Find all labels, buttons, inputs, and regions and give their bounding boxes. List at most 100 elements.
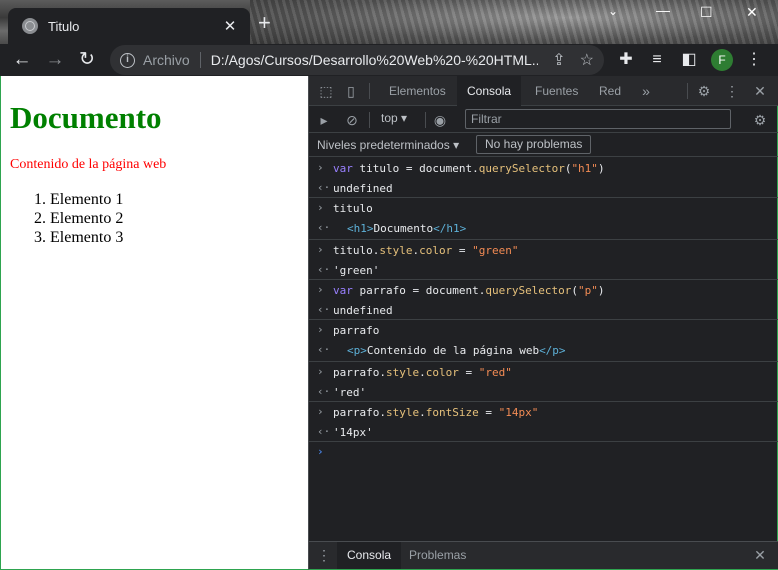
console-result-row: ‹· <h1>Documento</h1>	[309, 218, 778, 240]
browser-toolbar: ← → ↻ i Archivo D:/Agos/Cursos/Desarroll…	[0, 44, 778, 76]
result-arrow-icon: ‹·	[317, 343, 331, 356]
list-item-text: Elemento 3	[50, 229, 124, 246]
drawer-tab-problemas[interactable]: Problemas	[399, 542, 476, 569]
console-command: var titulo = document.querySelector("h1"…	[333, 162, 605, 175]
context-selector[interactable]: top ▾	[381, 111, 407, 125]
divider	[687, 83, 688, 99]
console-input-row: › parrafo	[309, 320, 778, 340]
issues-button[interactable]: No hay problemas	[476, 135, 592, 154]
console-result: '14px'	[333, 426, 373, 439]
browser-tab[interactable]: Titulo ✕	[8, 8, 250, 44]
input-chevron-icon: ›	[317, 161, 324, 174]
media-queue-icon[interactable]: ≡	[645, 48, 669, 72]
share-icon[interactable]: ⇪	[552, 50, 565, 70]
input-chevron-icon: ›	[317, 365, 324, 378]
address-bar[interactable]: i Archivo D:/Agos/Cursos/Desarrollo%20We…	[110, 45, 604, 75]
new-tab-button[interactable]: +	[258, 12, 271, 34]
list-item: 2. Elemento 2	[34, 209, 123, 228]
console-result-row: ‹· <p>Contenido de la página web</p>	[309, 340, 778, 362]
info-icon[interactable]: i	[120, 52, 135, 68]
divider	[369, 83, 370, 99]
console-result-row: ‹· 'green'	[309, 260, 778, 280]
input-chevron-icon: ›	[317, 445, 324, 458]
console-command: titulo	[333, 202, 373, 215]
console-result: undefined	[333, 182, 393, 195]
console-result-element[interactable]: <h1>Documento</h1>	[347, 222, 466, 235]
tab-title: Titulo	[48, 18, 80, 34]
list-number: 1.	[34, 191, 46, 208]
clear-console-icon[interactable]: ⊘	[343, 111, 361, 129]
inspect-element-icon[interactable]: ⬚	[317, 82, 335, 100]
tab-red[interactable]: Red	[589, 76, 631, 106]
bookmark-star-icon[interactable]: ☆	[580, 50, 594, 70]
list-item: 3. Elemento 3	[34, 228, 123, 247]
sidebar-toggle-icon[interactable]: ▸	[315, 111, 333, 129]
reload-icon[interactable]: ↻	[75, 48, 99, 72]
close-devtools-icon[interactable]: ✕	[751, 82, 769, 100]
console-levels-bar: Niveles predeterminados ▾ No hay problem…	[309, 133, 778, 157]
settings-gear-icon[interactable]: ⚙	[695, 82, 713, 100]
list-item-text: Elemento 1	[50, 191, 124, 208]
list-item: 1. Elemento 1	[34, 190, 123, 209]
console-input-row: › parrafo.style.fontSize = "14px"	[309, 402, 778, 422]
console-settings-gear-icon[interactable]: ⚙	[751, 111, 769, 129]
drawer-menu-kebab-icon[interactable]: ⋮	[315, 546, 333, 564]
maximize-icon[interactable]: ☐	[700, 4, 713, 21]
result-arrow-icon: ‹·	[317, 181, 331, 194]
console-result-row: ‹· 'red'	[309, 382, 778, 402]
console-toolbar: ▸ ⊘ top ▾ ◉ Filtrar ⚙	[309, 107, 778, 133]
devtools-panel: ⬚ ▯ Elementos Consola Fuentes Red » ⚙ ⋮ …	[308, 76, 778, 570]
divider	[199, 52, 201, 68]
console-input-row: › parrafo.style.color = "red"	[309, 362, 778, 382]
list-item-text: Elemento 2	[50, 210, 124, 227]
result-arrow-icon: ‹·	[317, 221, 331, 234]
result-arrow-icon: ‹·	[317, 425, 331, 438]
console-result-row: ‹· undefined	[309, 300, 778, 320]
list-number: 2.	[34, 210, 46, 227]
console-result-row: ‹· undefined	[309, 178, 778, 198]
profile-avatar[interactable]: F	[711, 49, 733, 71]
console-input-row: › var titulo = document.querySelector("h…	[309, 158, 778, 178]
extensions-puzzle-icon[interactable]: ✚	[614, 48, 638, 72]
input-chevron-icon: ›	[317, 243, 324, 256]
console-command: titulo.style.color = "green"	[333, 244, 519, 257]
tab-consola[interactable]: Consola	[457, 76, 522, 106]
device-toolbar-icon[interactable]: ▯	[342, 82, 360, 100]
menu-kebab-icon[interactable]: ⋮	[723, 82, 741, 100]
more-tabs-icon[interactable]: »	[637, 82, 655, 100]
globe-icon	[22, 18, 38, 34]
url-scheme: Archivo	[143, 52, 190, 68]
devtools-drawer: ⋮ Consola Problemas ✕	[309, 541, 778, 569]
ordered-list: 1. Elemento 1 2. Elemento 2 3. Elemento 3	[34, 190, 123, 247]
page-paragraph: Contenido de la página web	[10, 157, 167, 172]
console-command: var parrafo = document.querySelector("p"…	[333, 284, 605, 297]
console-prompt-row[interactable]: ›	[309, 442, 778, 462]
result-arrow-icon: ‹·	[317, 263, 331, 276]
drawer-tab-consola[interactable]: Consola	[337, 542, 402, 569]
input-chevron-icon: ›	[317, 201, 324, 214]
input-chevron-icon: ›	[317, 323, 324, 336]
menu-kebab-icon[interactable]: ⋮	[742, 48, 766, 72]
url-text[interactable]: D:/Agos/Cursos/Desarrollo%20Web%20-%20HT…	[211, 52, 539, 68]
chevron-down-icon[interactable]: ⌄	[608, 4, 618, 18]
minimize-icon[interactable]: —	[656, 2, 670, 18]
console-result-row: ‹· '14px'	[309, 422, 778, 442]
close-window-icon[interactable]: ✕	[746, 4, 758, 21]
eye-icon[interactable]: ◉	[431, 111, 449, 129]
tab-elementos[interactable]: Elementos	[379, 76, 456, 106]
page-heading: Documento	[10, 100, 162, 135]
back-arrow-icon[interactable]: ←	[10, 48, 34, 72]
levels-dropdown[interactable]: Niveles predeterminados ▾	[317, 138, 459, 152]
web-page-viewport: Documento Contenido de la página web 1. E…	[0, 76, 308, 570]
tab-strip: Titulo ✕ + ⌄ — ☐ ✕	[0, 0, 778, 44]
console-result-element[interactable]: <p>Contenido de la página web</p>	[347, 344, 566, 357]
side-panel-icon[interactable]: ◧	[677, 48, 701, 72]
divider	[369, 112, 370, 128]
close-drawer-icon[interactable]: ✕	[751, 546, 769, 564]
close-tab-icon[interactable]: ✕	[220, 17, 240, 35]
filter-input[interactable]: Filtrar	[465, 109, 731, 129]
tab-fuentes[interactable]: Fuentes	[525, 76, 588, 106]
console-result: undefined	[333, 304, 393, 317]
list-number: 3.	[34, 229, 46, 246]
forward-arrow-icon[interactable]: →	[43, 48, 67, 72]
